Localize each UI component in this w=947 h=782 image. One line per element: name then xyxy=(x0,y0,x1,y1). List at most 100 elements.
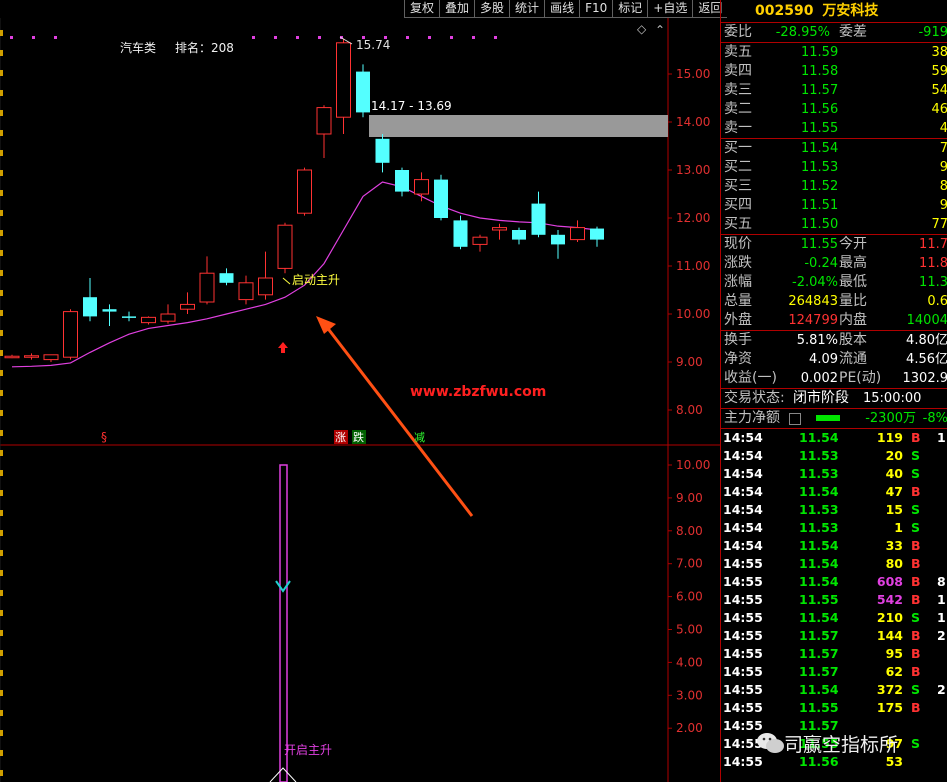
quote-value: 11.8 xyxy=(919,256,947,271)
toolbar-button-0[interactable]: 复权 xyxy=(404,0,440,18)
edge-marker xyxy=(0,310,3,316)
trade-volume: 210 xyxy=(876,610,903,625)
trade-status-label: 交易状态: xyxy=(724,390,785,406)
trade-volume: 608 xyxy=(876,574,903,589)
tick-trades-list[interactable]: 14:54 11.54 119 B 1 14:54 11.53 20 S 14:54 11.53 40… xyxy=(721,429,947,771)
bid-row: 买四 11.51 9 xyxy=(721,196,947,215)
trade-price: 11.53 xyxy=(799,466,839,481)
trade-row[interactable]: 14:55 11.57 144 B 2 xyxy=(721,627,947,645)
scroll-up-icon: ⌃ xyxy=(655,23,665,37)
stats-label: 收益(一) xyxy=(724,370,777,386)
candle-body xyxy=(414,179,429,195)
diamond-icon: ◇ xyxy=(637,22,647,36)
order-ratio-label: 委比 xyxy=(724,24,752,40)
kline-chart[interactable]: 15.00 14.00 13.00 12.00 11.00 10.00 9.00 8.00 10… xyxy=(0,0,720,782)
trade-volume: 542 xyxy=(876,592,903,607)
trade-direction: B xyxy=(911,646,921,661)
signal-label: 启动主升 xyxy=(292,273,340,287)
trade-time: 14:55 xyxy=(723,700,763,715)
quote-label: 最高 xyxy=(839,255,867,271)
bid-price: 11.54 xyxy=(801,141,839,156)
quote-value: 124799 xyxy=(788,313,838,328)
toolbar-button-2[interactable]: 多股 xyxy=(474,0,510,18)
lower-tick-label: 9.00 xyxy=(676,491,703,505)
trade-direction: B xyxy=(911,664,921,679)
bid-label: 买五 xyxy=(724,216,752,232)
candle-body xyxy=(180,303,195,310)
trade-price: 11.55 xyxy=(799,592,839,607)
trade-row[interactable]: 14:54 11.53 15 S xyxy=(721,501,947,519)
quote-summary: 现价 11.55 今开 11.7 涨跌 -0.24 最高 11.8 涨幅 -2.04% 最低 11.3… xyxy=(721,235,947,330)
trade-price: 11.57 xyxy=(799,646,839,661)
price-tick-label: 8.00 xyxy=(676,403,703,417)
ask-volume: 38 xyxy=(931,45,947,60)
main-flow-label: 主力净额 xyxy=(724,410,780,426)
trade-row[interactable]: 14:54 11.54 47 B xyxy=(721,483,947,501)
trade-row[interactable]: 14:54 11.53 1 S xyxy=(721,519,947,537)
ask-row: 卖一 11.55 4 xyxy=(721,119,947,138)
lower-tick-label: 5.00 xyxy=(676,623,703,637)
trade-row[interactable]: 14:54 11.53 20 S xyxy=(721,447,947,465)
dot-mark xyxy=(54,36,57,39)
trade-row[interactable]: 14:55 11.57 95 B xyxy=(721,645,947,663)
edge-marker xyxy=(0,470,3,476)
quote-value: 11.7 xyxy=(919,237,947,252)
trade-row[interactable]: 14:54 11.54 33 B xyxy=(721,537,947,555)
trade-volume: 15 xyxy=(885,502,903,517)
trade-volume: 40 xyxy=(885,466,903,481)
bid-row: 买五 11.50 77 xyxy=(721,215,947,234)
annotation-arrow-head xyxy=(316,316,336,334)
toolbar-button-5[interactable]: F10 xyxy=(579,0,613,18)
trade-row[interactable]: 14:55 11.54 372 S 2 xyxy=(721,681,947,699)
trade-row[interactable]: 14:54 11.54 119 B 1 xyxy=(721,429,947,447)
chart-area[interactable]: 15.00 14.00 13.00 12.00 11.00 10.00 9.00 8.00 10… xyxy=(0,0,720,782)
ask-volume: 4 xyxy=(940,119,947,138)
range-label: 14.17 - 13.69 xyxy=(371,99,452,113)
trade-row[interactable]: 14:55 11.54 210 S 1 xyxy=(721,609,947,627)
price-tick-label: 12.00 xyxy=(676,211,710,225)
price-tick-label: 13.00 xyxy=(676,163,710,177)
ask-label: 卖五 xyxy=(724,44,752,60)
dot-mark xyxy=(428,36,431,39)
trade-row[interactable]: 14:55 11.54 608 B 8 xyxy=(721,573,947,591)
trade-direction: B xyxy=(911,556,921,571)
ask-price: 11.59 xyxy=(801,45,839,60)
toolbar-button-4[interactable]: 画线 xyxy=(544,0,580,18)
quote-label: 总量 xyxy=(724,293,752,309)
dot-mark xyxy=(472,36,475,39)
trade-row[interactable]: 14:55 11.55 175 B xyxy=(721,699,947,717)
toolbar-button-1[interactable]: 叠加 xyxy=(439,0,475,18)
candle-body xyxy=(102,309,117,312)
stock-stats: 换手 5.81% 股本 4.80亿 净资 4.09 流通 4.56亿 收益(一) 0.002 PE(… xyxy=(721,331,947,388)
stats-value: 0.002 xyxy=(800,371,838,386)
toolbar-button-3[interactable]: 统计 xyxy=(509,0,545,18)
trade-price: 11.53 xyxy=(799,520,839,535)
quote-label: 涨幅 xyxy=(724,274,752,290)
candle-body xyxy=(551,234,565,245)
trade-price: 11.54 xyxy=(799,430,839,445)
trade-row[interactable]: 14:54 11.53 40 S xyxy=(721,465,947,483)
toolbar-button-7[interactable]: +自选 xyxy=(647,0,693,18)
signal-pointer xyxy=(282,277,291,285)
toolbar-button-6[interactable]: 标记 xyxy=(612,0,648,18)
trade-row[interactable]: 14:55 11.54 80 B xyxy=(721,555,947,573)
edge-marker xyxy=(0,530,3,536)
trade-price: 11.57 xyxy=(799,664,839,679)
edge-marker xyxy=(0,650,3,656)
trade-count: 1 xyxy=(937,610,946,625)
candle-body xyxy=(141,316,156,324)
trade-time: 14:54 xyxy=(723,484,763,499)
bid-volume: 77 xyxy=(931,217,947,232)
trade-direction: S xyxy=(911,610,921,625)
trade-count: 1 xyxy=(937,430,946,445)
stats-row: 净资 4.09 流通 4.56亿 xyxy=(721,350,947,369)
candle-body xyxy=(199,272,215,303)
stats-value: 4.80亿 xyxy=(906,333,947,348)
quote-label: 今开 xyxy=(839,236,867,252)
edge-marker xyxy=(0,510,3,516)
candle-body xyxy=(336,42,351,118)
edge-marker xyxy=(0,250,3,256)
bid-volume: 8 xyxy=(940,177,947,196)
trade-row[interactable]: 14:55 11.57 62 B xyxy=(721,663,947,681)
trade-row[interactable]: 14:55 11.55 542 B 1 xyxy=(721,591,947,609)
